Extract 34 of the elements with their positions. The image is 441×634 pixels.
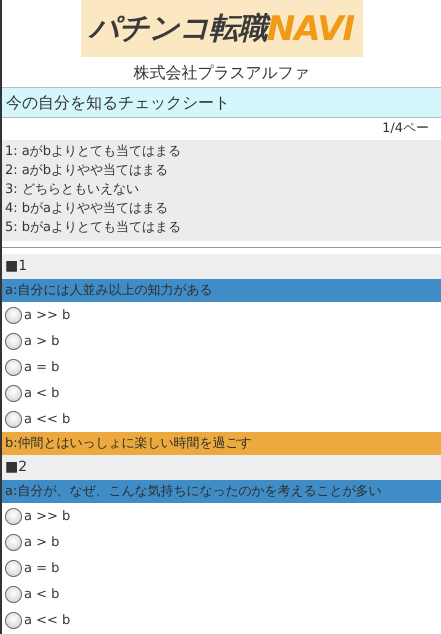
question-heading: ■2 — [2, 455, 441, 480]
radio-option[interactable]: a >> b — [2, 503, 441, 529]
radio-icon[interactable] — [5, 508, 22, 524]
page-title: 今の自分を知るチェックシート — [2, 87, 441, 118]
legend-item: 4: bがaよりやや当てはまる — [5, 200, 170, 218]
radio-option[interactable]: a >> b — [2, 302, 441, 328]
statement-a: a:自分には人並み以上の知力がある — [2, 279, 441, 302]
radio-option[interactable]: a = b — [2, 354, 441, 380]
statement-a: a:自分が、なぜ、こんな気持ちになったのかを考えることが多い — [2, 480, 441, 503]
statement-b: b:仲間とはいっしょに楽しい時間を過ごす — [2, 432, 441, 455]
radio-icon[interactable] — [5, 306, 22, 324]
radio-icon[interactable] — [5, 560, 22, 576]
radio-option[interactable]: a < b — [2, 581, 441, 607]
logo: パチンコ転職NAVI — [80, 0, 362, 57]
radio-icon[interactable] — [5, 612, 22, 628]
company-name: 株式会社プラスアルファ — [132, 62, 310, 84]
radio-option[interactable]: a = b — [2, 555, 441, 581]
radio-option[interactable]: a > b — [2, 529, 441, 555]
radio-icon[interactable] — [5, 410, 22, 428]
legend-item: 5: bがaよりとても当てはまる — [5, 219, 182, 237]
radio-option[interactable]: a > b — [2, 328, 441, 354]
radio-icon[interactable] — [5, 332, 22, 350]
question-heading: ■1 — [2, 254, 441, 279]
radio-icon[interactable] — [5, 358, 22, 376]
radio-option[interactable]: a << b — [2, 607, 441, 633]
legend-item: 2: aがbよりやや当てはまる — [5, 162, 170, 180]
radio-icon[interactable] — [5, 586, 22, 602]
radio-icon[interactable] — [5, 534, 22, 550]
radio-option[interactable]: a << b — [2, 406, 441, 432]
radio-option[interactable]: a < b — [2, 380, 441, 406]
radio-icon[interactable] — [5, 384, 22, 402]
legend-item: 1: aがbよりとても当てはまる — [5, 143, 182, 161]
page-indicator: 1/4ペー — [382, 121, 429, 136]
legend-item: 3: どちらともいえない — [5, 181, 140, 199]
